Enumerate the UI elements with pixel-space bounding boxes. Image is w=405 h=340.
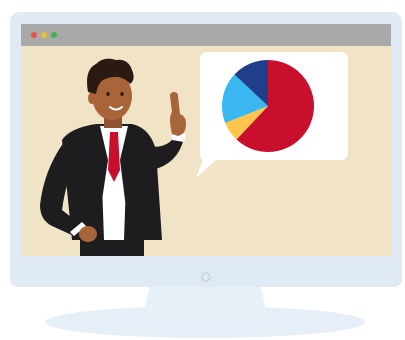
illustration-stage bbox=[0, 0, 405, 340]
window-titlebar bbox=[21, 24, 391, 46]
monitor-illustration bbox=[10, 12, 402, 338]
window-dot-green-icon[interactable] bbox=[51, 32, 57, 38]
pie-chart bbox=[221, 60, 314, 152]
monitor-chin bbox=[10, 256, 402, 287]
presenter-eye-right bbox=[120, 92, 124, 96]
presenter-eye-left bbox=[106, 92, 110, 96]
window-dot-yellow-icon[interactable] bbox=[41, 32, 47, 38]
presenter-ear bbox=[88, 92, 96, 104]
presenter-left-hand bbox=[79, 226, 97, 242]
window-dot-red-icon[interactable] bbox=[31, 32, 37, 38]
monitor-stand bbox=[142, 285, 268, 318]
